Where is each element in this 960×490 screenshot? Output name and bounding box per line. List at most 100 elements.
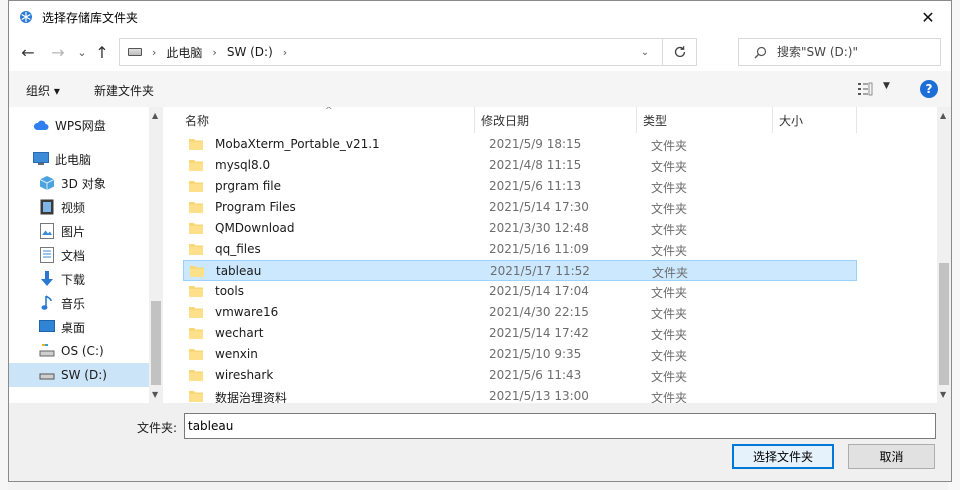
scroll-down-icon[interactable]: ▼ xyxy=(940,390,946,399)
file-modified-date: 2021/5/14 17:30 xyxy=(489,200,589,214)
sidebar-item-label: 图片 xyxy=(61,224,86,239)
scroll-down-icon[interactable]: ▼ xyxy=(152,390,158,399)
up-button[interactable]: ↑ xyxy=(91,41,113,63)
video-icon xyxy=(39,199,55,215)
sort-ascending-icon: ^ xyxy=(325,107,333,116)
file-modified-date: 2021/5/16 11:09 xyxy=(489,242,589,256)
drive-d-icon xyxy=(39,367,55,383)
folder-icon xyxy=(189,328,203,339)
navigation-bar: ← → ⌄ ↑ › 此电脑 › SW (D:) › ⌄ xyxy=(9,33,951,71)
sidebar-item-pictures[interactable]: 图片 xyxy=(9,219,149,243)
scroll-up-icon[interactable]: ▲ xyxy=(940,111,946,120)
table-row[interactable]: tableau 2021/5/17 11:52 文件夹 xyxy=(183,260,857,281)
folder-label: 文件夹: xyxy=(137,421,178,435)
sidebar-item-label: OS (C:) xyxy=(61,344,104,358)
footer: 文件夹: 选择文件夹 取消 xyxy=(9,403,951,481)
sidebar-item-documents[interactable]: 文档 xyxy=(9,243,149,267)
address-bar[interactable]: › 此电脑 › SW (D:) › ⌄ xyxy=(119,38,697,66)
table-row[interactable]: qq_files 2021/5/16 11:09 文件夹 xyxy=(183,239,857,260)
column-header-name[interactable]: 名称 xyxy=(163,107,475,133)
sidebar-item-downloads[interactable]: 下载 xyxy=(9,267,149,291)
select-folder-button[interactable]: 选择文件夹 xyxy=(732,444,834,469)
search-icon xyxy=(753,45,767,59)
table-row[interactable]: 数据治理资料 2021/5/13 13:00 文件夹 xyxy=(183,386,857,403)
file-modified-date: 2021/4/30 22:15 xyxy=(489,305,589,319)
picture-icon xyxy=(39,223,55,239)
sidebar-item-music[interactable]: 音乐 xyxy=(9,291,149,315)
sidebar-item-label: 下载 xyxy=(61,272,86,287)
back-button[interactable]: ← xyxy=(17,41,39,63)
drive-icon xyxy=(128,48,142,56)
cancel-button[interactable]: 取消 xyxy=(848,444,935,469)
file-name: wenxin xyxy=(215,347,258,361)
folder-icon xyxy=(189,244,203,255)
table-row[interactable]: tools 2021/5/14 17:04 文件夹 xyxy=(183,281,857,302)
file-type: 文件夹 xyxy=(651,349,688,363)
view-options-icon[interactable] xyxy=(858,82,876,96)
folder-name-input[interactable] xyxy=(184,413,936,439)
sidebar-scrollbar[interactable]: ▲ ▼ xyxy=(149,107,163,403)
file-type: 文件夹 xyxy=(651,181,688,195)
table-row[interactable]: MobaXterm_Portable_v21.1 2021/5/9 18:15 文件… xyxy=(183,134,857,155)
sidebar-item-wps-cloud[interactable]: WPS网盘 xyxy=(9,113,149,137)
file-name: Program Files xyxy=(215,200,296,214)
file-type: 文件夹 xyxy=(651,139,688,153)
table-row[interactable]: mysql8.0 2021/4/8 11:15 文件夹 xyxy=(183,155,857,176)
table-row[interactable]: wechart 2021/5/14 17:42 文件夹 xyxy=(183,323,857,344)
column-header-size[interactable]: 大小 xyxy=(773,107,857,133)
navigation-pane: WPS网盘 此电脑 3D 对象 视频 图片 文档 下载 音乐 桌面 OS (C:… xyxy=(9,107,163,403)
file-name: MobaXterm_Portable_v21.1 xyxy=(215,137,380,151)
search-input[interactable] xyxy=(777,45,937,59)
file-name: QMDownload xyxy=(215,221,295,235)
search-box[interactable] xyxy=(738,38,941,66)
file-list-scrollbar[interactable]: ▲ ▼ xyxy=(937,107,951,403)
file-modified-date: 2021/5/17 11:52 xyxy=(490,264,590,278)
table-row[interactable]: vmware16 2021/4/30 22:15 文件夹 xyxy=(183,302,857,323)
help-button[interactable]: ? xyxy=(920,80,938,98)
file-type: 文件夹 xyxy=(651,391,688,403)
file-list-scroll-thumb[interactable] xyxy=(939,263,949,385)
table-row[interactable]: prgram file 2021/5/6 11:13 文件夹 xyxy=(183,176,857,197)
table-row[interactable]: QMDownload 2021/3/30 12:48 文件夹 xyxy=(183,218,857,239)
download-icon xyxy=(39,271,55,287)
close-button[interactable]: ✕ xyxy=(905,1,951,33)
music-icon xyxy=(39,295,55,311)
sidebar-item-sw-d[interactable]: SW (D:) xyxy=(9,363,149,387)
drive-c-icon xyxy=(39,343,55,359)
file-modified-date: 2021/5/14 17:42 xyxy=(489,326,589,340)
table-row[interactable]: wireshark 2021/5/6 11:43 文件夹 xyxy=(183,365,857,386)
sidebar-item-desktop[interactable]: 桌面 xyxy=(9,315,149,339)
file-name: 数据治理资料 xyxy=(215,391,288,403)
sidebar-item-3d-objects[interactable]: 3D 对象 xyxy=(9,171,149,195)
folder-picker-dialog: 选择存储库文件夹 ✕ ← → ⌄ ↑ › 此电脑 › SW (D:) › ⌄ 组… xyxy=(8,0,952,482)
breadcrumb-sw-d[interactable]: SW (D:) xyxy=(227,45,273,59)
breadcrumb-this-pc[interactable]: 此电脑 xyxy=(166,44,202,61)
sidebar-item-os-c[interactable]: OS (C:) xyxy=(9,339,149,363)
folder-icon xyxy=(189,370,203,381)
sidebar-scroll-thumb[interactable] xyxy=(151,301,161,385)
file-modified-date: 2021/5/6 11:43 xyxy=(489,368,582,382)
folder-icon xyxy=(189,160,203,171)
sidebar-item-this-pc[interactable]: 此电脑 xyxy=(9,147,149,171)
table-row[interactable]: wenxin 2021/5/10 9:35 文件夹 xyxy=(183,344,857,365)
sidebar-item-label: 此电脑 xyxy=(55,152,92,167)
folder-icon xyxy=(189,349,203,360)
forward-button[interactable]: → xyxy=(47,41,69,63)
refresh-button[interactable] xyxy=(662,39,696,65)
column-header-type[interactable]: 类型 xyxy=(637,107,773,133)
recent-locations-chevron-icon[interactable]: ⌄ xyxy=(71,41,93,63)
view-options-caret-icon[interactable]: ▼ xyxy=(883,81,890,91)
file-type: 文件夹 xyxy=(651,244,688,258)
breadcrumb-separator: › xyxy=(152,45,157,59)
organize-menu[interactable]: 组织 ▾ xyxy=(26,82,60,99)
address-dropdown-chevron-icon[interactable]: ⌄ xyxy=(632,39,658,65)
scroll-up-icon[interactable]: ▲ xyxy=(152,111,158,120)
column-header-modified[interactable]: 修改日期 xyxy=(475,107,637,133)
file-type: 文件夹 xyxy=(651,202,688,216)
file-name: vmware16 xyxy=(215,305,279,319)
sidebar-item-videos[interactable]: 视频 xyxy=(9,195,149,219)
file-name: wechart xyxy=(215,326,264,340)
new-folder-button[interactable]: 新建文件夹 xyxy=(94,82,154,99)
table-row[interactable]: Program Files 2021/5/14 17:30 文件夹 xyxy=(183,197,857,218)
title-bar: 选择存储库文件夹 ✕ xyxy=(9,1,951,33)
